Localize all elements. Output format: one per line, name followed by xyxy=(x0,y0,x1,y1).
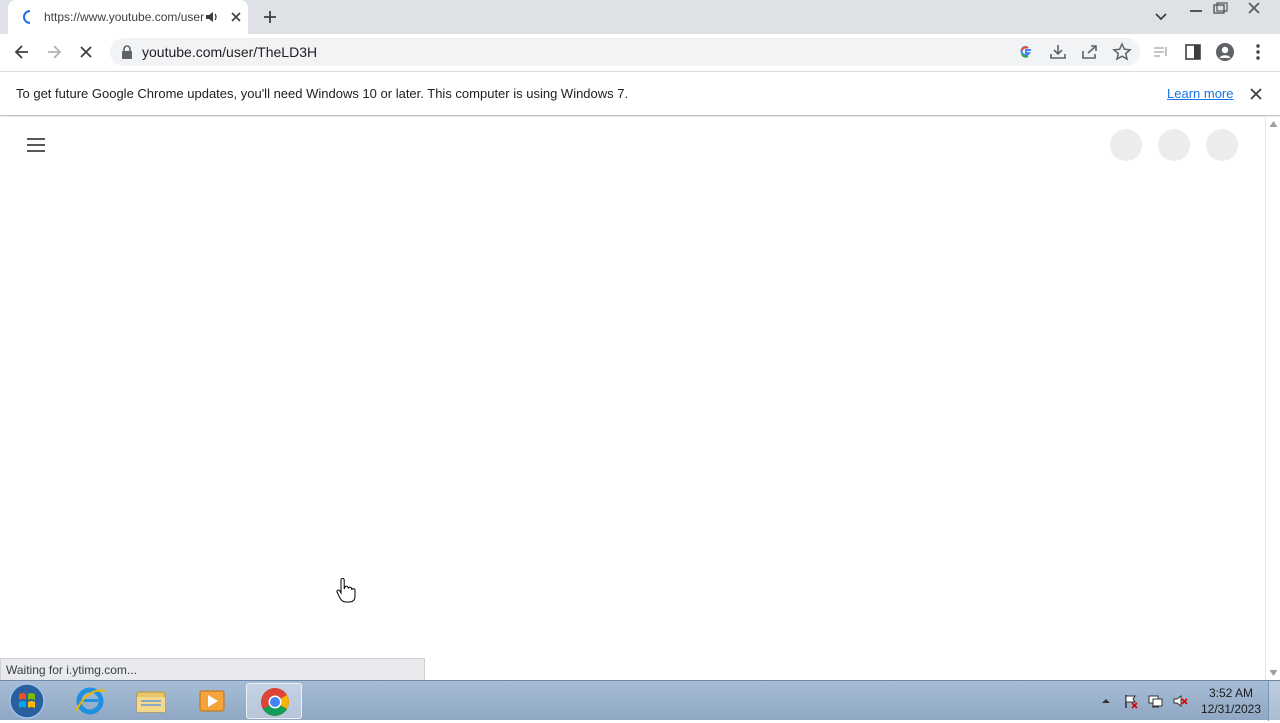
chevron-down-icon[interactable] xyxy=(1152,8,1170,26)
close-infobar-icon[interactable] xyxy=(1248,86,1264,102)
more-menu-icon[interactable] xyxy=(1248,42,1268,62)
browser-toolbar: youtube.com/user/TheLD3H xyxy=(0,34,1280,71)
tab-strip: https://www.youtube.com/user/TheLD3H xyxy=(0,0,1280,34)
taskbar-media-player[interactable] xyxy=(184,683,240,719)
stop-loading-icon[interactable] xyxy=(76,42,96,62)
side-panel-icon[interactable] xyxy=(1183,42,1203,62)
start-button-icon[interactable] xyxy=(4,682,50,720)
lock-icon[interactable] xyxy=(120,44,134,60)
back-arrow-icon[interactable] xyxy=(12,42,32,62)
restore-icon[interactable] xyxy=(1208,0,1232,18)
show-desktop-button[interactable] xyxy=(1268,681,1280,721)
new-tab-icon[interactable] xyxy=(260,7,280,27)
update-infobar: To get future Google Chrome updates, you… xyxy=(0,71,1280,116)
browser-tab[interactable]: https://www.youtube.com/user/TheLD3H xyxy=(8,0,248,34)
hand-cursor-icon xyxy=(336,578,356,603)
close-tab-icon[interactable] xyxy=(228,9,244,25)
bookmark-star-icon[interactable] xyxy=(1112,42,1132,62)
action-center-flag-icon[interactable] xyxy=(1123,693,1139,709)
learn-more-link[interactable]: Learn more xyxy=(1167,86,1233,101)
share-icon[interactable] xyxy=(1080,42,1100,62)
address-url[interactable]: youtube.com/user/TheLD3H xyxy=(142,44,317,60)
system-clock[interactable]: 3:52 AM 12/31/2023 xyxy=(1196,685,1266,717)
clock-time: 3:52 AM xyxy=(1208,686,1254,700)
chrome-icon xyxy=(261,688,289,716)
taskbar-internet-explorer[interactable] xyxy=(62,683,118,719)
media-player-icon xyxy=(199,690,225,712)
clock-date: 12/31/2023 xyxy=(1200,702,1262,716)
google-lens-icon[interactable] xyxy=(1016,42,1036,62)
volume-muted-icon[interactable] xyxy=(1172,693,1188,709)
loading-spinner-icon xyxy=(23,10,31,24)
install-app-icon[interactable] xyxy=(1048,42,1068,62)
taskbar-chrome[interactable] xyxy=(246,683,302,719)
close-window-icon[interactable] xyxy=(1242,0,1266,18)
profile-avatar-icon[interactable] xyxy=(1215,42,1235,62)
speaker-icon[interactable] xyxy=(204,9,220,25)
placeholder-button xyxy=(1206,129,1238,161)
network-icon[interactable] xyxy=(1147,693,1163,709)
folder-icon xyxy=(136,691,166,713)
tab-title: https://www.youtube.com/user/TheLD3H xyxy=(44,10,204,24)
windows-taskbar: 3:52 AM 12/31/2023 xyxy=(0,680,1280,721)
hamburger-menu-icon[interactable] xyxy=(24,135,48,155)
scroll-up-icon[interactable] xyxy=(1269,120,1278,128)
minimize-icon[interactable] xyxy=(1184,0,1208,18)
taskbar-file-explorer[interactable] xyxy=(123,683,179,719)
show-hidden-icons-icon[interactable] xyxy=(1098,693,1114,709)
page-viewport xyxy=(0,117,1265,680)
scroll-down-icon[interactable] xyxy=(1269,669,1278,677)
address-bar[interactable]: youtube.com/user/TheLD3H xyxy=(110,38,1140,66)
placeholder-button xyxy=(1158,129,1190,161)
placeholder-button xyxy=(1110,129,1142,161)
infobar-message: To get future Google Chrome updates, you… xyxy=(16,86,629,101)
reading-list-icon[interactable] xyxy=(1151,42,1171,62)
internet-explorer-icon xyxy=(75,687,107,715)
vertical-scrollbar[interactable] xyxy=(1265,117,1280,680)
forward-arrow-icon[interactable] xyxy=(44,42,64,62)
status-bubble: Waiting for i.ytimg.com... xyxy=(0,658,425,680)
